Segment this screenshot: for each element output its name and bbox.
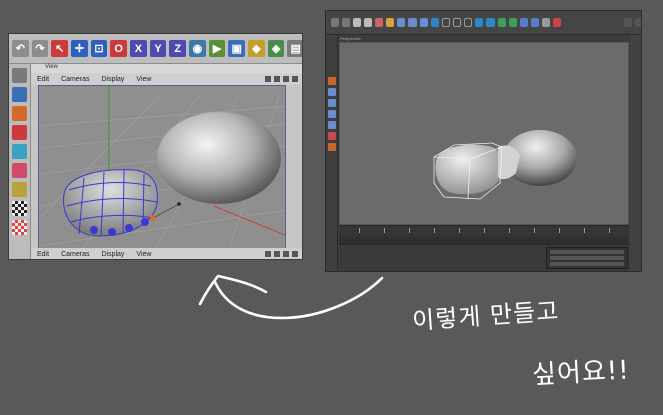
- annotation-text-line2: 싶어요!!: [531, 355, 631, 391]
